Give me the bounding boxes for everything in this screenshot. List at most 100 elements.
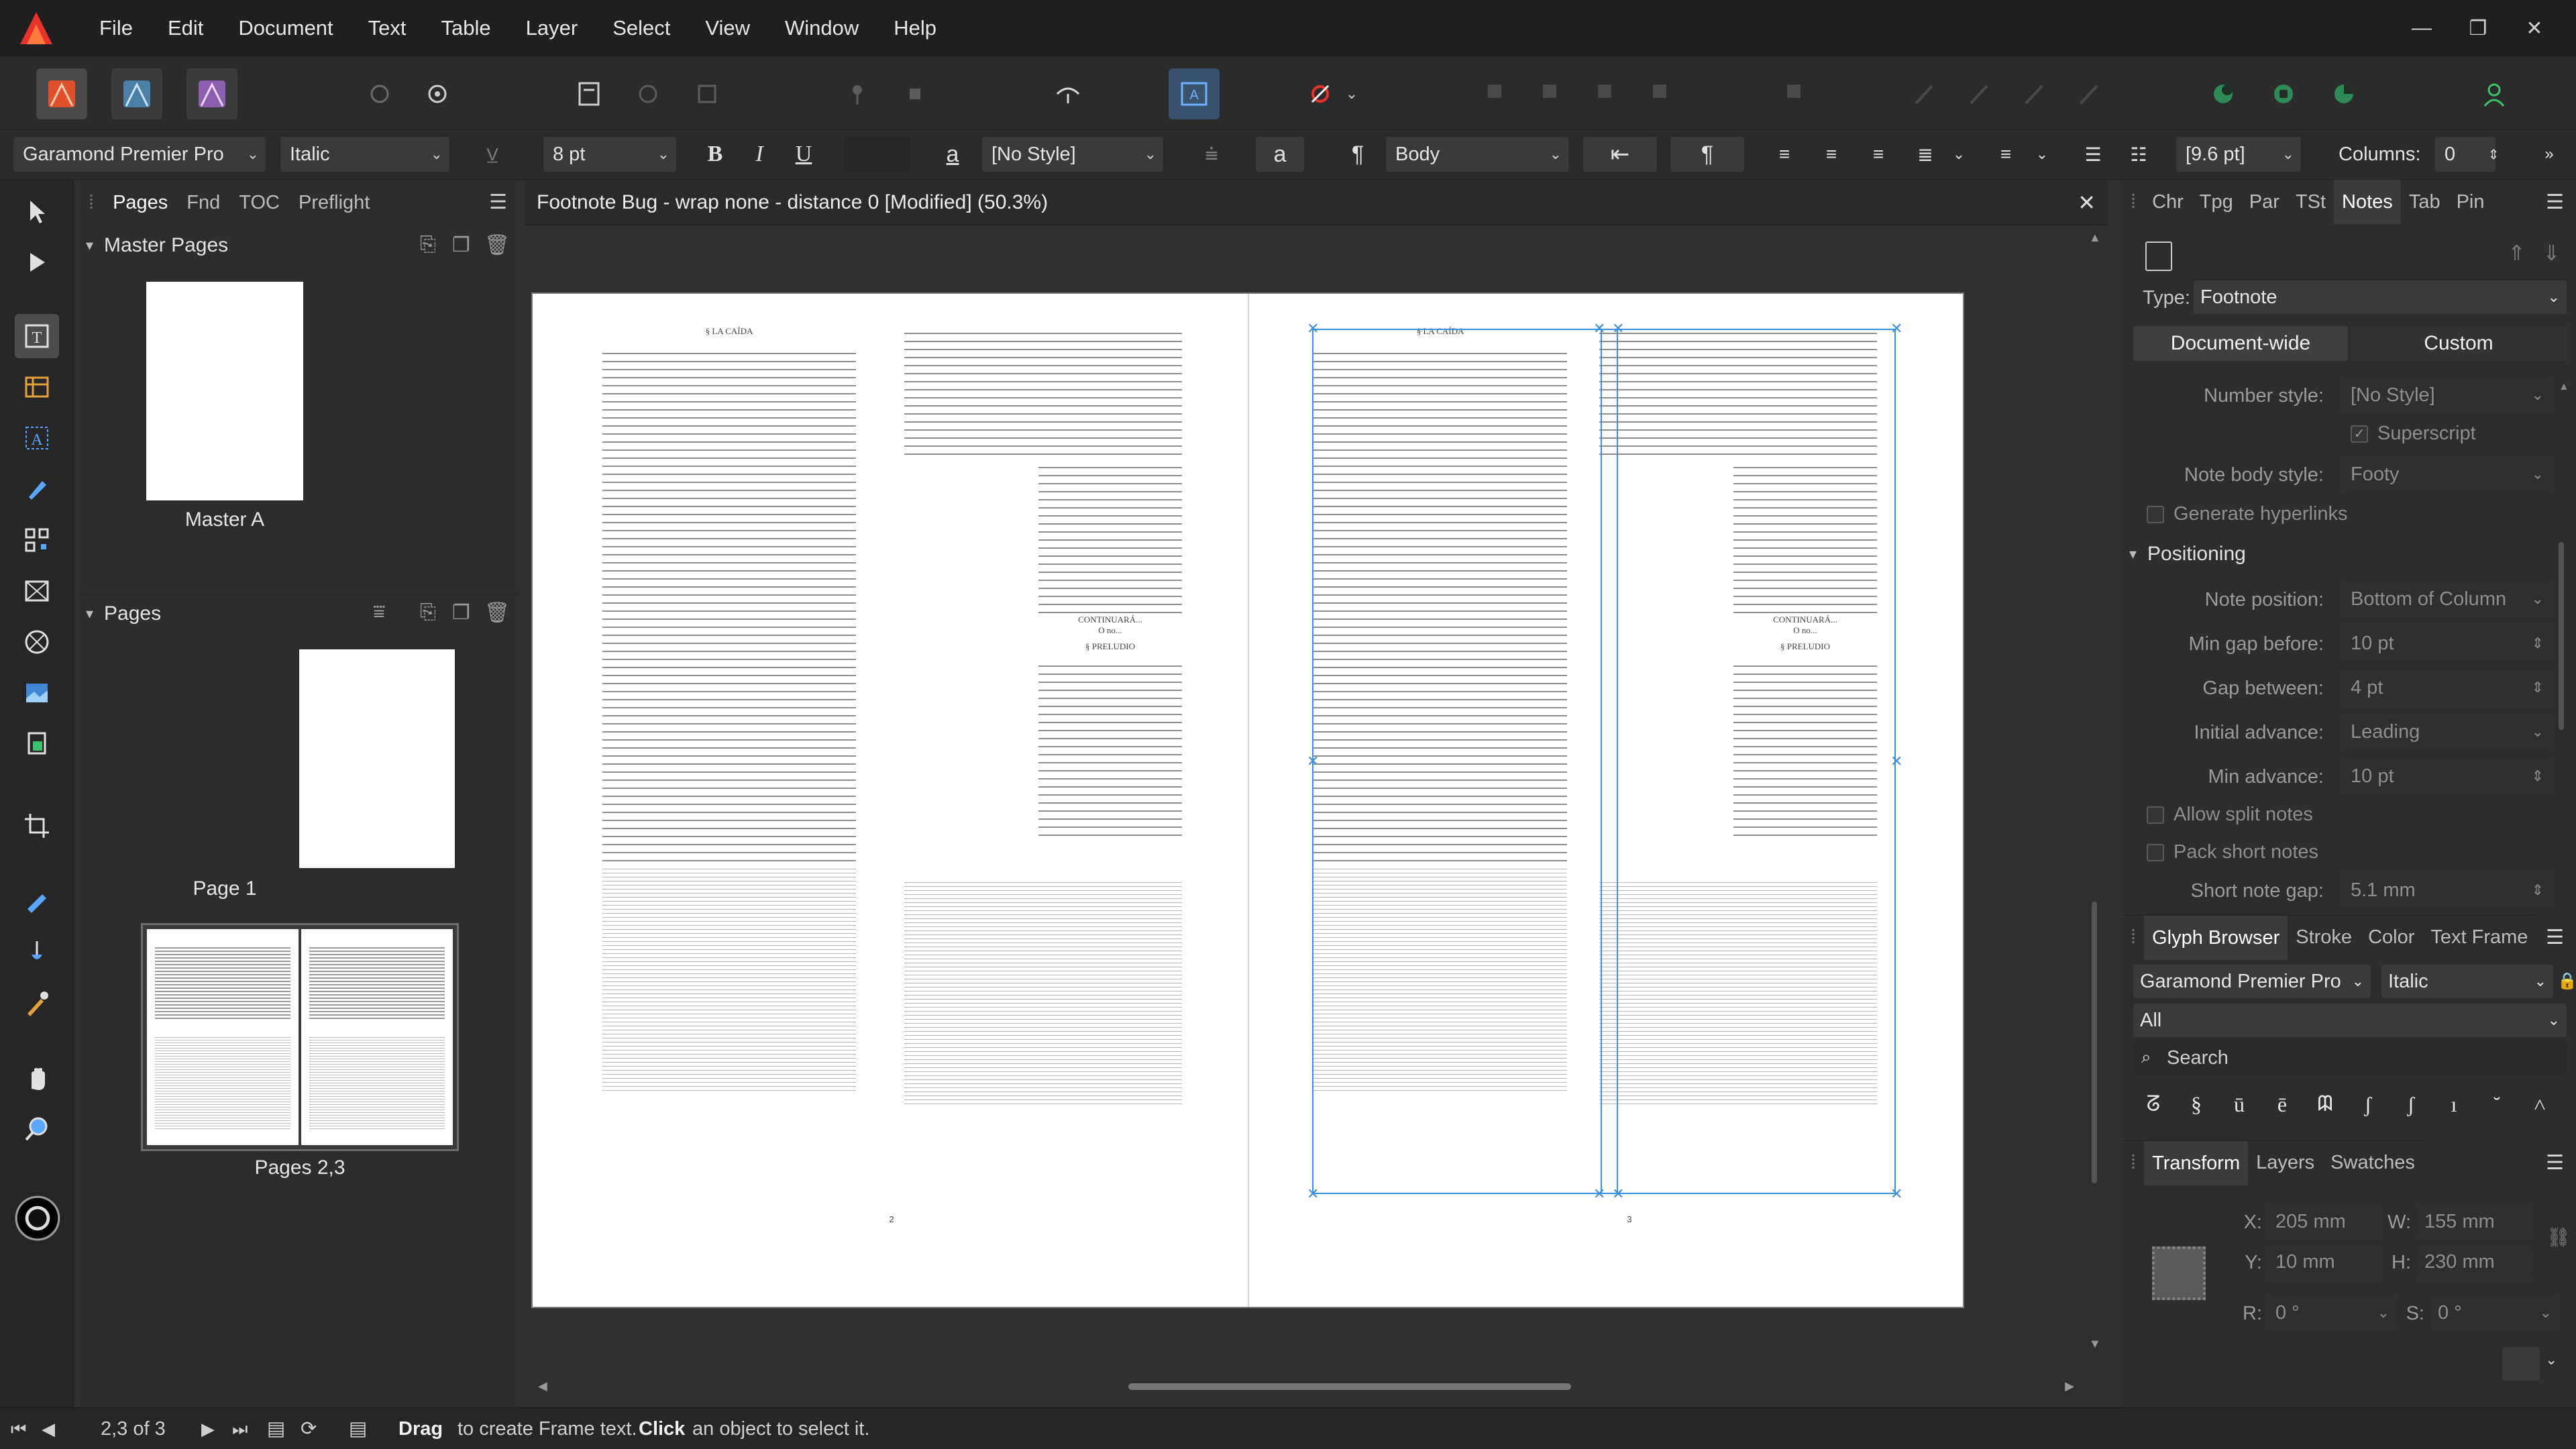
- minimize-button[interactable]: —: [2394, 0, 2450, 56]
- justify-options-dropdown[interactable]: ⌄: [1941, 137, 1976, 172]
- menu-edit[interactable]: Edit: [150, 0, 221, 56]
- positioning-header[interactable]: ▾ Positioning: [2123, 535, 2552, 573]
- panel-grip-icon[interactable]: ⁞: [2123, 1152, 2144, 1174]
- menu-window[interactable]: Window: [767, 0, 876, 56]
- tracking-icon[interactable]: V̲: [475, 137, 510, 172]
- next-note-icon[interactable]: ⇓: [2542, 240, 2561, 266]
- align-icon[interactable]: [1527, 68, 1578, 119]
- scroll-down-icon[interactable]: ▼: [2089, 1337, 2101, 1351]
- resize-handle-middle-right[interactable]: ✕: [1890, 754, 1902, 769]
- glyph-cell[interactable]: ˘: [2475, 1092, 2518, 1117]
- underline-button[interactable]: U: [786, 137, 821, 172]
- publisher-persona-icon[interactable]: [36, 68, 87, 119]
- tab-glyph-browser[interactable]: Glyph Browser: [2144, 915, 2288, 960]
- glyph-cell[interactable]: ı: [2432, 1092, 2475, 1117]
- add-page-icon[interactable]: ⎘: [420, 601, 444, 625]
- y-position-input[interactable]: 10 mm: [2269, 1245, 2383, 1279]
- tab-swatches[interactable]: Swatches: [2322, 1152, 2423, 1174]
- preflight-icon[interactable]: [1042, 68, 1093, 119]
- frame-text-tool-icon[interactable]: T: [15, 314, 59, 358]
- tab-toc[interactable]: TOC: [229, 192, 289, 214]
- panel-grip-icon[interactable]: ⁞: [79, 192, 103, 214]
- panel-menu-icon[interactable]: ☰: [489, 191, 507, 214]
- close-document-icon[interactable]: ✕: [2078, 180, 2096, 225]
- short-note-gap-input[interactable]: 5.1 mm ⇕: [2344, 873, 2551, 907]
- page-options-icon[interactable]: ▤: [267, 1408, 285, 1449]
- document-view[interactable]: Footnote Bug - wrap none - distance 0 [M…: [525, 180, 2108, 1407]
- resize-handle-bottom-center-2[interactable]: ✕: [1612, 1187, 1624, 1201]
- glyph-cell[interactable]: ē: [2261, 1092, 2304, 1117]
- horizontal-scrollbar[interactable]: ◀ ▶: [538, 1379, 2074, 1393]
- page-options-icon[interactable]: ⩸: [373, 601, 397, 625]
- previous-page-icon[interactable]: ◀: [42, 1408, 55, 1449]
- stepper-icon[interactable]: ⇕: [2532, 873, 2544, 907]
- horizontal-scroll-thumb[interactable]: [1128, 1383, 1571, 1390]
- numbered-list-icon[interactable]: ☷: [2121, 137, 2156, 172]
- menu-table[interactable]: Table: [424, 0, 508, 56]
- color-wheel-icon[interactable]: [12, 1193, 63, 1244]
- assistant-icon[interactable]: [2198, 68, 2249, 119]
- place-image-tool-icon[interactable]: [15, 722, 59, 766]
- resize-handle-bottom-right[interactable]: ✕: [1890, 1187, 1902, 1201]
- artistic-text-tool-icon[interactable]: A: [15, 416, 59, 460]
- arrange-icon[interactable]: [1472, 68, 1523, 119]
- designer-persona-icon[interactable]: [111, 68, 162, 119]
- shear-input[interactable]: 0 ° ⌄: [2431, 1296, 2559, 1330]
- transparency-tool-icon[interactable]: [15, 930, 59, 974]
- no-link-dropdown-icon[interactable]: ⌄: [1342, 68, 1362, 119]
- align-center-icon[interactable]: ≡: [1814, 137, 1849, 172]
- number-style-dropdown[interactable]: [No Style] ⌄: [2344, 378, 2551, 412]
- boolean-icon[interactable]: [1582, 68, 1633, 119]
- resize-handle-top-left[interactable]: ✕: [1307, 321, 1319, 336]
- pin-icon[interactable]: [832, 68, 883, 119]
- allow-split-notes-checkbox[interactable]: [2147, 806, 2164, 824]
- pages-icon[interactable]: [564, 68, 614, 119]
- resize-handle-top-center[interactable]: ✕: [1593, 321, 1605, 336]
- more-options-icon[interactable]: »: [2536, 137, 2563, 172]
- menu-text[interactable]: Text: [351, 0, 424, 56]
- crop-tool-icon[interactable]: [15, 804, 59, 848]
- glyph-cell[interactable]: §: [2175, 1092, 2218, 1117]
- page-2-footnotes-column-2[interactable]: [904, 879, 1182, 1107]
- initial-advance-dropdown[interactable]: Leading ⌄: [2344, 715, 2551, 749]
- height-input[interactable]: 230 mm: [2418, 1245, 2532, 1279]
- first-page-icon[interactable]: ⏮: [11, 1408, 26, 1449]
- vertical-align-dropdown[interactable]: ⌄: [2025, 137, 2059, 172]
- glyph-panel-menu-icon[interactable]: ☰: [2546, 926, 2564, 949]
- spread-setup-icon[interactable]: [354, 68, 405, 119]
- min-gap-before-input[interactable]: 10 pt ⇕: [2344, 627, 2551, 660]
- stepper-icon[interactable]: ⇕: [2532, 627, 2544, 660]
- tab-character[interactable]: Chr: [2144, 191, 2192, 213]
- page-2-column-1[interactable]: § LA CAÍDA: [602, 326, 856, 863]
- menu-layer[interactable]: Layer: [508, 0, 596, 56]
- font-style-dropdown[interactable]: Italic ⌄: [280, 137, 449, 172]
- resize-handle-middle-left[interactable]: ✕: [1307, 754, 1319, 769]
- anchor-point-selector[interactable]: [2152, 1246, 2206, 1300]
- scroll-left-icon[interactable]: ◀: [538, 1379, 547, 1393]
- pilcrow-icon[interactable]: ¶: [1340, 137, 1375, 172]
- vertical-scroll-thumb[interactable]: [2092, 902, 2097, 1183]
- bold-button[interactable]: B: [698, 137, 733, 172]
- glyph-cell[interactable]: ˄: [2518, 1092, 2561, 1117]
- page-2-footnotes-column-1[interactable]: [602, 865, 856, 1093]
- glyph-cell[interactable]: ū: [2218, 1092, 2261, 1117]
- pack-short-notes-checkbox[interactable]: [2147, 844, 2164, 861]
- page-spread[interactable]: § LA CAÍDA CONTINUARÁ... O no... § PRELU…: [531, 292, 1964, 1308]
- glyph-cell[interactable]: ᘔ: [2132, 1091, 2175, 1117]
- notes-scrollbar[interactable]: ▲: [2559, 381, 2569, 743]
- glyph-style-dropdown[interactable]: Italic ⌄: [2381, 965, 2553, 998]
- show-special-chars-button[interactable]: ¶: [1670, 137, 1744, 172]
- master-a-thumbnail[interactable]: [146, 282, 303, 500]
- align-right-icon[interactable]: ≡: [1861, 137, 1896, 172]
- view-tool-icon[interactable]: [15, 1056, 59, 1100]
- color-picker-tool-icon[interactable]: [15, 981, 59, 1025]
- text-style-icon[interactable]: ⩧: [1194, 137, 1229, 172]
- previous-note-icon[interactable]: ⇑: [2508, 240, 2526, 266]
- scroll-up-icon[interactable]: ▲: [2089, 231, 2101, 245]
- glyph-cell[interactable]: ᗼ: [2304, 1091, 2347, 1117]
- vertical-scrollbar[interactable]: ▲ ▼: [2089, 231, 2101, 1351]
- paragraph-panel-button[interactable]: ⇤: [1583, 137, 1657, 172]
- glyph-cell[interactable]: ʃ: [2390, 1092, 2432, 1117]
- qr-code-tool-icon[interactable]: [15, 518, 59, 562]
- glyph-cell[interactable]: ʃ: [2347, 1092, 2390, 1117]
